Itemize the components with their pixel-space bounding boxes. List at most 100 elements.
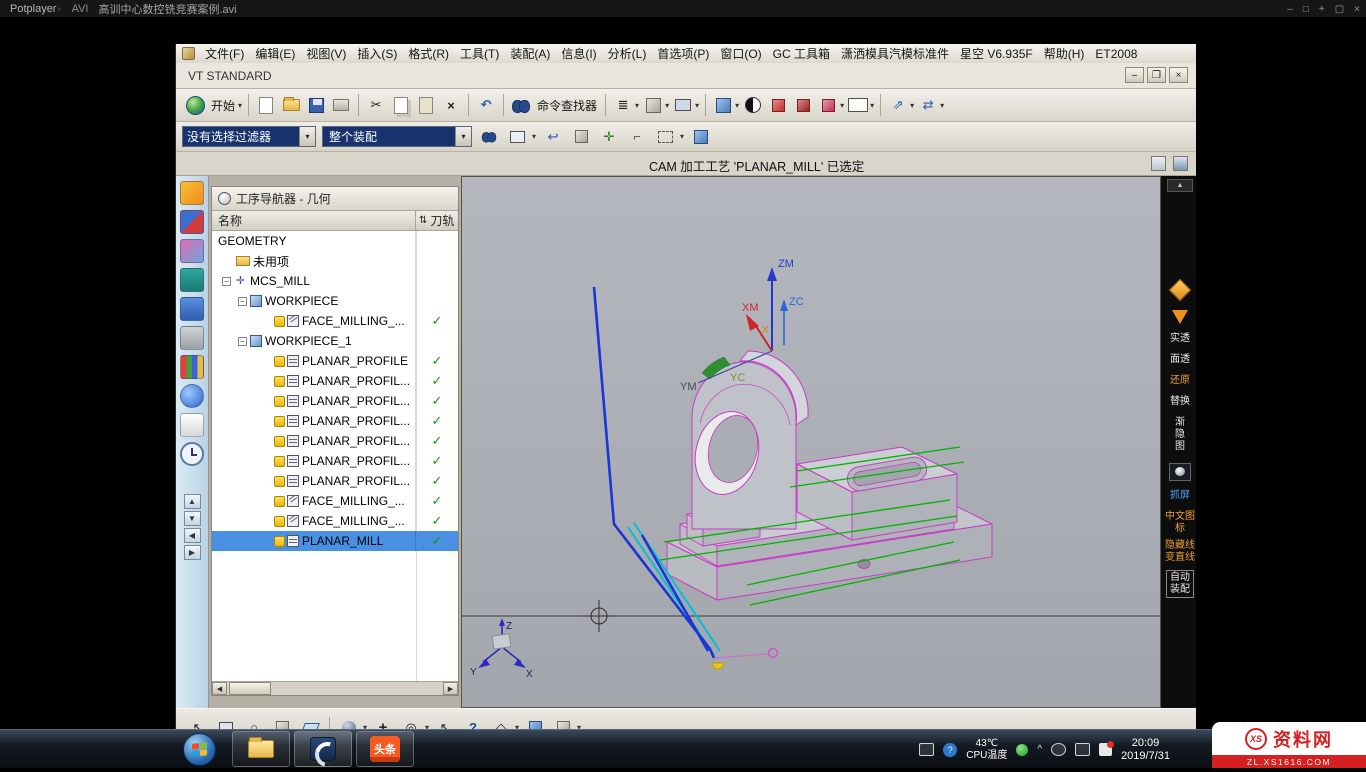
- assembly-navigator-icon[interactable]: [180, 210, 204, 234]
- tree-row-operation[interactable]: FACE_MILLING_... ✓: [212, 511, 458, 531]
- status-right-icon-2[interactable]: [1173, 156, 1188, 171]
- resbar-scroll-right[interactable]: ▶: [184, 545, 201, 560]
- nx-minimize-button[interactable]: –: [1125, 67, 1144, 83]
- history-icon[interactable]: [180, 413, 204, 437]
- dropdown-icon[interactable]: ▾: [910, 101, 914, 110]
- magnet-snap-icon[interactable]: ⌐: [626, 126, 648, 148]
- tray-status-icon[interactable]: [1016, 744, 1028, 756]
- dropdown-icon[interactable]: ▾: [680, 132, 684, 141]
- replace-button[interactable]: 替换: [1165, 396, 1195, 408]
- dashed-box-icon[interactable]: [654, 126, 676, 148]
- player-add-button[interactable]: +: [1319, 4, 1325, 15]
- video-frame[interactable]: 文件(F) 编辑(E) 视图(V) 插入(S) 格式(R) 工具(T) 装配(A…: [0, 18, 1366, 729]
- nx-close-button[interactable]: ×: [1169, 67, 1188, 83]
- save-icon[interactable]: [305, 94, 327, 116]
- web-browser-icon[interactable]: [180, 384, 204, 408]
- dropdown-icon[interactable]: ▾: [532, 132, 536, 141]
- navigator-title[interactable]: 工序导航器 - 几何: [212, 187, 458, 211]
- module-cube-icon-2[interactable]: [792, 94, 814, 116]
- menu-mold-standard[interactable]: 潇洒模具汽模标准件: [840, 45, 950, 62]
- tree-row-mcs-mill[interactable]: − ✛ MCS_MILL: [212, 271, 458, 291]
- dropdown-icon[interactable]: ▾: [940, 101, 944, 110]
- tray-help-icon[interactable]: ?: [943, 743, 957, 757]
- resbar-scroll-down[interactable]: ▼: [184, 511, 201, 526]
- player-close-button[interactable]: ×: [1354, 4, 1360, 15]
- face-transparent-button[interactable]: 面透: [1165, 354, 1195, 366]
- reuse-library-icon[interactable]: [180, 297, 204, 321]
- tree-row-operation[interactable]: PLANAR_PROFIL... ✓: [212, 411, 458, 431]
- menu-insert[interactable]: 插入(S): [356, 45, 398, 62]
- resbar-scroll-up[interactable]: ▲: [184, 494, 201, 509]
- menu-gc-toolbox[interactable]: GC 工具箱: [772, 45, 831, 62]
- part-navigator-icon[interactable]: [180, 268, 204, 292]
- menu-information[interactable]: 信息(I): [560, 45, 597, 62]
- open-file-icon[interactable]: [280, 94, 302, 116]
- taskbar-nx-button[interactable]: [294, 731, 352, 767]
- taskbar-clock[interactable]: 20:09 2019/7/31: [1121, 737, 1170, 763]
- fade-view-button[interactable]: 渐隐图: [1173, 417, 1187, 453]
- view-list-icon[interactable]: ≣: [612, 94, 634, 116]
- module-cube-icon-1[interactable]: [767, 94, 789, 116]
- menu-xingkong[interactable]: 星空 V6.935F: [959, 45, 1034, 62]
- pan-view-icon[interactable]: ⇄: [917, 94, 939, 116]
- scroll-right-icon[interactable]: ▶: [443, 682, 458, 695]
- delete-icon[interactable]: ×: [440, 94, 462, 116]
- cut-icon[interactable]: ✂: [365, 94, 387, 116]
- tree-row-workpiece-1[interactable]: − WORKPIECE_1: [212, 331, 458, 351]
- column-name[interactable]: 名称: [212, 211, 416, 230]
- menu-assemblies[interactable]: 装配(A): [509, 45, 551, 62]
- chinese-icons-button[interactable]: 中文图标: [1165, 511, 1195, 535]
- dropdown-icon[interactable]: ▾: [840, 101, 844, 110]
- snap-binocular-icon[interactable]: [478, 126, 500, 148]
- start-label[interactable]: 开始: [211, 97, 235, 114]
- tree-row-geometry[interactable]: GEOMETRY: [212, 231, 458, 251]
- render-style-icon[interactable]: [1169, 279, 1192, 302]
- print-icon[interactable]: [330, 94, 352, 116]
- start-button[interactable]: [183, 733, 216, 766]
- window-layout-icon[interactable]: [672, 94, 694, 116]
- hd3d-tools-icon[interactable]: [180, 326, 204, 350]
- menu-preferences[interactable]: 首选项(P): [656, 45, 710, 62]
- menu-file[interactable]: 文件(F): [204, 45, 245, 62]
- tree-row-operation[interactable]: PLANAR_PROFIL... ✓: [212, 371, 458, 391]
- column-toolpath[interactable]: ⇅刀轨: [416, 211, 458, 230]
- cone-tool-icon[interactable]: [1172, 310, 1188, 324]
- menu-et2008[interactable]: ET2008: [1094, 47, 1138, 61]
- menu-window[interactable]: 窗口(O): [719, 45, 762, 62]
- dropdown-icon[interactable]: ▾: [735, 101, 739, 110]
- graphics-viewport[interactable]: ZM ZC XM X YM YC Z: [461, 176, 1161, 708]
- tree-row-operation[interactable]: FACE_MILLING_... ✓: [212, 311, 458, 331]
- dropdown-icon[interactable]: ▾: [695, 101, 699, 110]
- palette-grid-icon[interactable]: [180, 355, 204, 379]
- tree-row-operation[interactable]: FACE_MILLING_... ✓: [212, 491, 458, 511]
- small-cube-icon[interactable]: [570, 126, 592, 148]
- taskbar-explorer-button[interactable]: [232, 731, 290, 767]
- collapse-icon[interactable]: −: [222, 277, 231, 286]
- nx-restore-button[interactable]: ❐: [1147, 67, 1166, 83]
- solid-transparent-button[interactable]: 实透: [1165, 333, 1195, 345]
- axis-icon[interactable]: ✛: [598, 126, 620, 148]
- menu-analysis[interactable]: 分析(L): [607, 45, 648, 62]
- scroll-left-icon[interactable]: ◀: [212, 682, 227, 695]
- combo-arrow-icon[interactable]: ▾: [299, 127, 315, 146]
- start-menu-button[interactable]: [184, 94, 206, 116]
- toolbar-scroll-up[interactable]: ▲: [1167, 179, 1193, 192]
- scroll-thumb[interactable]: [229, 682, 271, 695]
- tree-row-operation[interactable]: PLANAR_PROFIL... ✓: [212, 451, 458, 471]
- player-menu-button[interactable]: Potplayer ▾: [10, 3, 62, 15]
- player-minimize-button[interactable]: –: [1287, 4, 1293, 15]
- dropdown-icon[interactable]: ▾: [870, 101, 874, 110]
- dropdown-icon[interactable]: ▾: [665, 101, 669, 110]
- roles-icon[interactable]: [180, 181, 204, 205]
- menu-view[interactable]: 视图(V): [305, 45, 347, 62]
- action-center-flag-icon[interactable]: [1099, 743, 1112, 756]
- command-finder-label[interactable]: 命令查找器: [537, 97, 597, 114]
- network-icon[interactable]: [1075, 743, 1090, 756]
- tree-row-operation[interactable]: PLANAR_PROFIL... ✓: [212, 431, 458, 451]
- tree-row-operation[interactable]: PLANAR_PROFIL... ✓: [212, 391, 458, 411]
- contrast-sphere-icon[interactable]: [742, 94, 764, 116]
- menu-edit[interactable]: 编辑(E): [254, 45, 296, 62]
- selection-filter-combo[interactable]: 没有选择过滤器 没有选择过滤器 ▾: [182, 126, 316, 147]
- auto-assembly-button[interactable]: 自动装配: [1166, 570, 1194, 598]
- player-restore-button[interactable]: □: [1303, 4, 1309, 15]
